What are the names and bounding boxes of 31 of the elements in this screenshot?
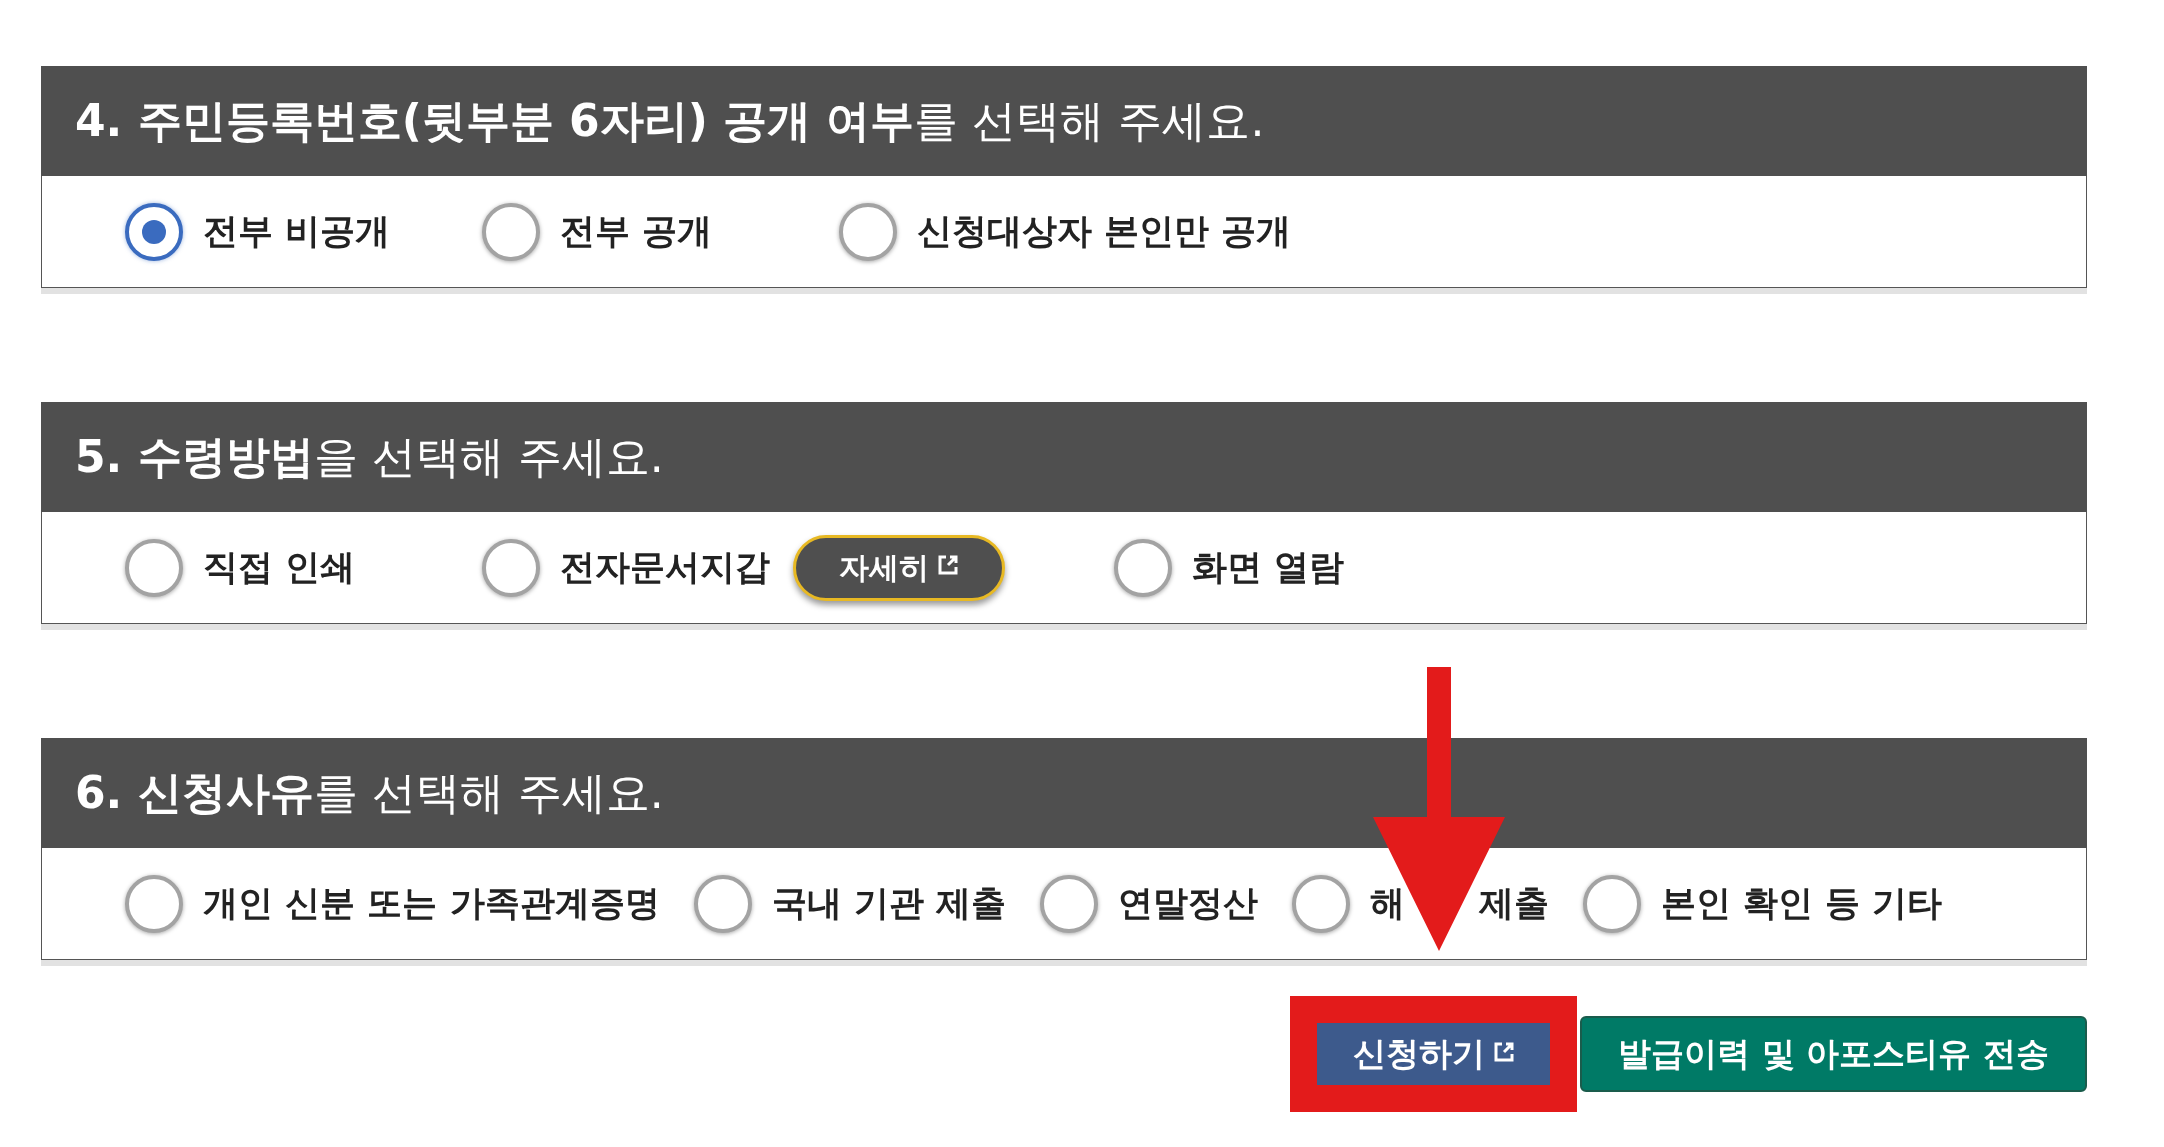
option-label[interactable]: 제출 [1478,877,1549,930]
option-label[interactable]: 직접 인쇄 [203,541,356,594]
details-button[interactable]: 자세히 [793,534,1005,601]
section-header: 5. 수령방법을 선택해 주세요. [41,402,2087,512]
radio-button[interactable] [1291,874,1350,933]
radio-button[interactable] [1582,874,1641,933]
apply-button[interactable]: 신청하기 [1317,1023,1550,1085]
option-label[interactable]: 전부 공개 [560,205,713,258]
radio-button[interactable] [125,538,183,597]
radio-button[interactable] [482,538,540,597]
section-header: 4. 주민등록번호(뒷부분 6자리) 공개 여부를 선택해 주세요. [41,66,2087,176]
option-label[interactable]: 국내 기관 제출 [771,877,1006,930]
radio-button[interactable] [482,202,540,261]
radio-button[interactable] [125,874,183,933]
radio-button[interactable] [693,874,752,933]
radio-button[interactable] [839,202,897,261]
radio-button[interactable] [1039,874,1098,933]
option-label[interactable]: 신청대상자 본인만 공개 [917,205,1292,258]
radio-button[interactable] [1114,538,1172,597]
radio-button[interactable] [125,202,183,261]
option-label[interactable]: 전자문서지갑 [560,541,770,594]
option-label[interactable]: 전부 비공개 [203,205,391,258]
option-label[interactable]: 본인 확인 등 기타 [1660,877,1943,930]
option-label[interactable]: 연말정산 [1117,877,1258,930]
history-button[interactable]: 발급이력 및 아포스티유 전송 [1580,1016,2087,1092]
option-label[interactable]: 화면 열람 [1192,541,1345,594]
section-header: 6. 신청사유를 선택해 주세요. [41,738,2087,848]
external-link-icon [1492,1041,1515,1064]
option-label[interactable]: 개인 신분 또는 가족관계증명 [203,877,660,930]
external-link-icon [937,554,959,576]
option-label[interactable]: 해 [1369,877,1405,930]
